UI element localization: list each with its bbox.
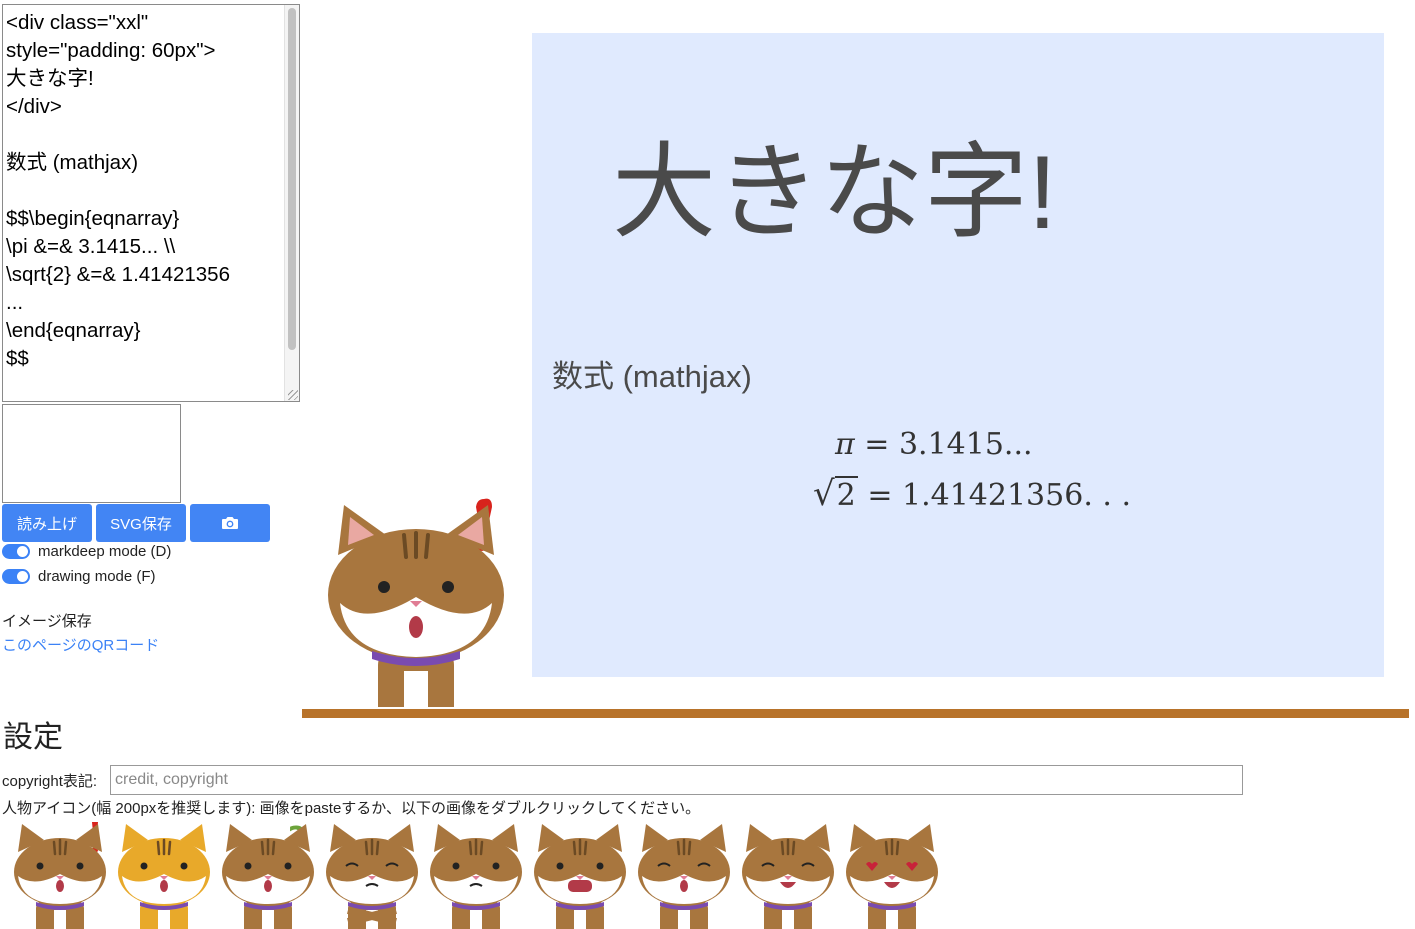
copyright-input[interactable] xyxy=(110,765,1243,795)
drawing-mode-label: drawing mode (F) xyxy=(38,567,156,585)
camera-icon xyxy=(222,517,238,529)
drawing-mode-row: drawing mode (F) xyxy=(2,566,156,586)
markdeep-mode-row: markdeep mode (D) xyxy=(2,541,171,561)
cat-icon-surprised[interactable] xyxy=(10,818,110,929)
cat-icon-crossed-arms[interactable] xyxy=(322,818,422,929)
drawing-mode-toggle[interactable] xyxy=(2,568,30,584)
math-equals: = xyxy=(864,427,890,462)
cat-icon-shocked[interactable] xyxy=(530,818,630,929)
cat-icon-heart-eyes[interactable] xyxy=(842,818,942,929)
markdeep-mode-label: markdeep mode (D) xyxy=(38,542,172,560)
cat-icon-sweat[interactable] xyxy=(426,818,526,929)
cat-icon-happy[interactable] xyxy=(738,818,838,929)
math-pi-symbol: π xyxy=(835,427,855,462)
image-save-label: イメージ保存 xyxy=(2,613,92,630)
math-pi-value: 3.1415... xyxy=(898,427,1033,462)
character-icon-list: ? xyxy=(0,818,1000,929)
math-equals: = xyxy=(867,478,893,513)
cat-character-image xyxy=(328,498,504,707)
editor-scroll-thumb[interactable] xyxy=(288,8,296,350)
qr-code-link[interactable]: このページのQRコード xyxy=(2,634,159,655)
svg-save-button[interactable]: SVG保存 xyxy=(96,504,186,542)
camera-button[interactable] xyxy=(190,504,270,542)
math-line-pi: π = 3.1415... xyxy=(835,427,1033,462)
markdeep-mode-toggle[interactable] xyxy=(2,543,30,559)
slide-heading: 数式 (mathjax) xyxy=(552,359,752,394)
resize-handle-icon[interactable] xyxy=(288,390,298,400)
read-aloud-button[interactable]: 読み上げ xyxy=(2,504,92,542)
math-radicand: 2 xyxy=(834,476,858,513)
floor-line xyxy=(302,709,1409,718)
math-sqrt2-value: 1.41421356. . . xyxy=(902,478,1131,513)
slide-big-text: 大きな字! xyxy=(612,135,1057,251)
editor-content[interactable]: <div class="xxl" style="padding: 60px"> … xyxy=(6,9,286,373)
settings-title: 設定 xyxy=(3,721,63,754)
icon-instruction: 人物アイコン(幅 200pxを推奨します): 画像をpasteするか、以下の画像… xyxy=(2,800,701,817)
cat-icon-smug[interactable] xyxy=(634,818,734,929)
source-editor[interactable]: <div class="xxl" style="padding: 60px"> … xyxy=(2,4,300,402)
copyright-label: copyright表記: xyxy=(2,773,98,790)
speech-textarea[interactable] xyxy=(2,404,181,503)
cat-icon-question[interactable]: ? xyxy=(218,818,318,929)
cat-icon-yellow-cat-worried[interactable] xyxy=(114,818,214,929)
editor-scrollbar[interactable] xyxy=(284,5,299,401)
slide-preview: 大きな字! 数式 (mathjax) π = 3.1415... √2 = 1.… xyxy=(532,33,1384,677)
math-line-sqrt2: √2 = 1.41421356. . . xyxy=(813,474,1131,514)
sqrt-icon: √ xyxy=(813,474,835,514)
